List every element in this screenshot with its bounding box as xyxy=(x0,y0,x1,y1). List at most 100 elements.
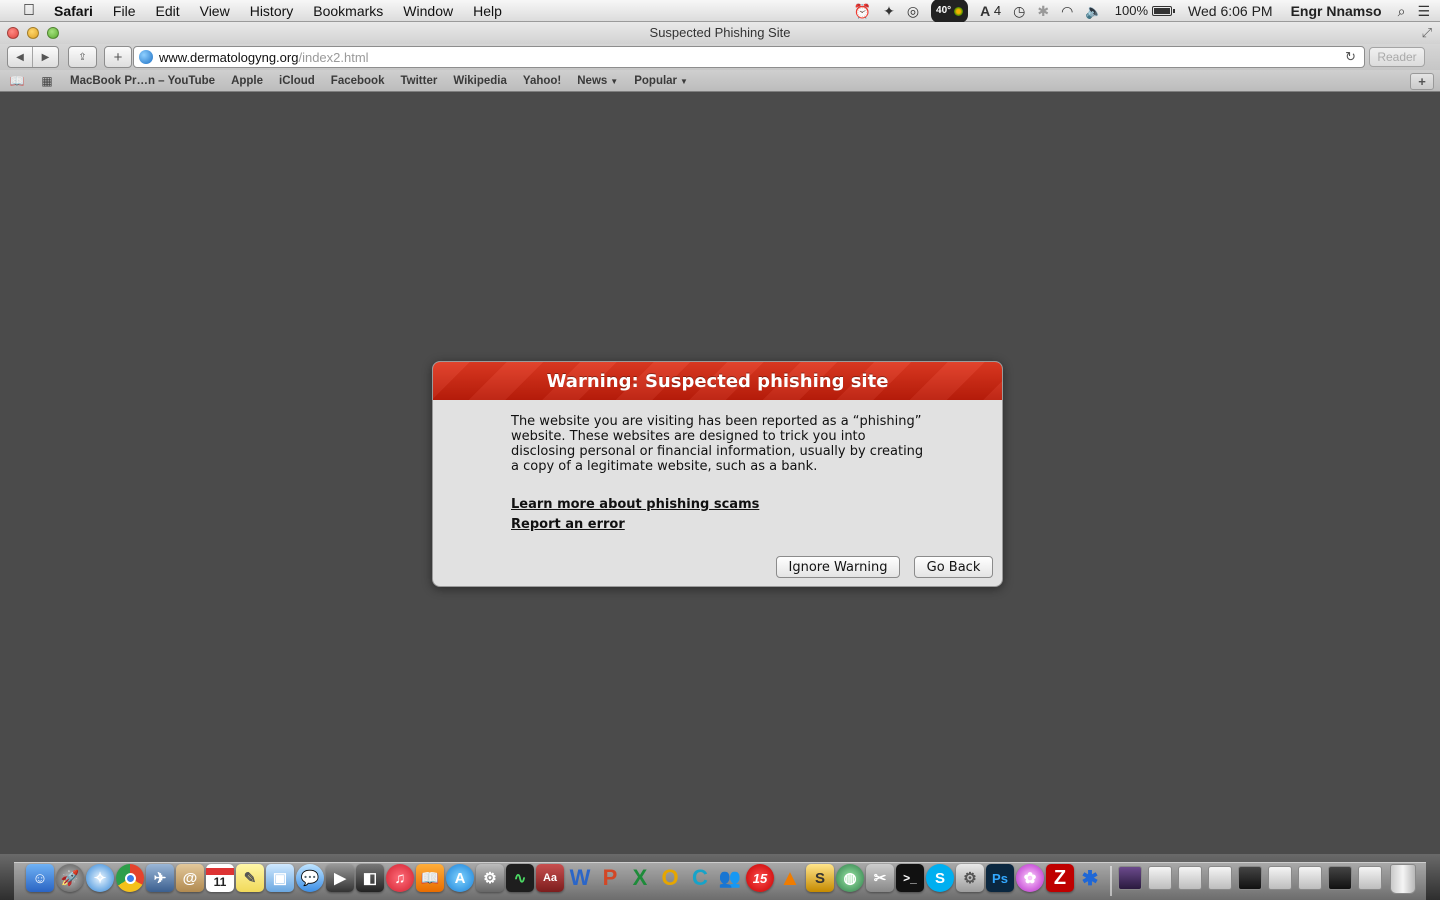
preview-icon[interactable]: ▣ xyxy=(266,864,294,892)
excel-icon[interactable]: X xyxy=(626,864,654,892)
weather-icon xyxy=(954,6,964,16)
minimized-window-1-icon[interactable] xyxy=(1148,866,1172,890)
terminal-icon[interactable]: >_ xyxy=(896,864,924,892)
bookmark-news-label: News xyxy=(577,74,608,87)
bookmark-twitter[interactable]: Twitter xyxy=(392,75,445,87)
forward-button[interactable]: ▶ xyxy=(33,47,58,67)
user-photo-icon[interactable] xyxy=(1118,866,1142,890)
bluetooth-icon[interactable]: ✱ xyxy=(1031,0,1055,22)
skype-icon[interactable]: S xyxy=(926,864,954,892)
menu-help[interactable]: Help xyxy=(463,0,512,22)
menu-history[interactable]: History xyxy=(240,0,304,22)
url-path: /index2.html xyxy=(298,49,369,65)
minimized-window-2-icon[interactable] xyxy=(1178,866,1202,890)
bookmark-folder-news[interactable]: News ▼ xyxy=(569,75,626,87)
dock-stacks xyxy=(1118,866,1388,890)
badge-15-app-icon[interactable]: 15 xyxy=(746,864,774,892)
bluetooth-exchange-icon[interactable]: ✱ xyxy=(1076,864,1104,892)
apple-menu-icon[interactable]:  xyxy=(18,0,40,22)
adobe-updates[interactable]: A 4 xyxy=(974,0,1007,22)
reload-icon[interactable]: ↻ xyxy=(1345,49,1356,65)
clock[interactable]: Wed 6:06 PM xyxy=(1178,0,1279,22)
outlook-icon[interactable]: O xyxy=(656,864,684,892)
volume-icon[interactable]: 🔈 xyxy=(1079,0,1108,22)
reading-list-icon[interactable]: 📖 xyxy=(8,74,26,88)
finder-icon[interactable]: ☺ xyxy=(26,864,54,892)
alarm-clock-icon[interactable]: ⏰ xyxy=(848,0,877,22)
system-preferences-icon[interactable]: ⚙ xyxy=(476,864,504,892)
share-button[interactable]: ⇪ xyxy=(68,46,97,68)
menu-app-name[interactable]: Safari xyxy=(40,0,103,22)
word-icon[interactable]: W xyxy=(566,864,594,892)
minimized-window-3-icon[interactable] xyxy=(1208,866,1232,890)
itunes-icon[interactable]: ♫ xyxy=(386,864,414,892)
user-name[interactable]: Engr Nnamso xyxy=(1279,0,1388,22)
activity-monitor-icon[interactable]: ∿ xyxy=(506,864,534,892)
network-globe-icon[interactable]: ◍ xyxy=(836,864,864,892)
sync-icon[interactable]: ◎ xyxy=(901,0,925,22)
app-store-icon[interactable]: A xyxy=(446,864,474,892)
menu-bookmarks[interactable]: Bookmarks xyxy=(303,0,393,22)
ignore-warning-button[interactable]: Ignore Warning xyxy=(776,556,900,578)
filezilla-icon[interactable]: Z xyxy=(1046,864,1074,892)
utilities-icon[interactable]: ✂ xyxy=(866,864,894,892)
top-sites-icon[interactable]: ▦ xyxy=(38,74,56,88)
mail-icon[interactable]: ✈ xyxy=(146,864,174,892)
notification-center-icon[interactable]: ☰ xyxy=(1411,0,1440,22)
minimized-window-6-icon[interactable] xyxy=(1298,866,1322,890)
bookmark-wikipedia[interactable]: Wikipedia xyxy=(445,75,515,87)
messenger-icon[interactable]: 👥 xyxy=(716,864,744,892)
minimized-window-4-icon[interactable] xyxy=(1238,866,1262,890)
page-content: Warning: Suspected phishing site The web… xyxy=(0,93,1440,854)
menu-file[interactable]: File xyxy=(103,0,146,22)
spotlight-search-icon[interactable]: ⌕ xyxy=(1388,0,1412,22)
facetime-icon[interactable]: ▶ xyxy=(326,864,354,892)
bookmark-icloud[interactable]: iCloud xyxy=(271,75,323,87)
messages-icon[interactable]: 💬 xyxy=(296,864,324,892)
bookmark-yahoo[interactable]: Yahoo! xyxy=(515,75,569,87)
chrome-icon[interactable] xyxy=(116,864,144,892)
powerpoint-icon[interactable]: P xyxy=(596,864,624,892)
fullscreen-icon[interactable]: ⤢ xyxy=(1422,25,1432,41)
menu-window[interactable]: Window xyxy=(393,0,463,22)
learn-more-link[interactable]: Learn more about phishing scams xyxy=(511,497,924,512)
bookmark-facebook[interactable]: Facebook xyxy=(323,75,393,87)
dictionary-icon[interactable]: Aa xyxy=(536,864,564,892)
vlc-icon[interactable]: ▲ xyxy=(776,864,804,892)
address-bar[interactable]: www.dermatologyng.org/index2.html ↻ xyxy=(133,46,1365,68)
temperature-widget[interactable]: 40° xyxy=(925,0,974,23)
share-icon: ⇪ xyxy=(78,51,87,63)
battery-status[interactable]: 100% xyxy=(1109,0,1178,22)
minimized-window-5-icon[interactable] xyxy=(1268,866,1292,890)
safari-icon[interactable]: ✧ xyxy=(86,864,114,892)
dropbox-icon[interactable]: ✦ xyxy=(877,0,901,22)
back-button[interactable]: ◀ xyxy=(8,47,33,67)
go-back-button[interactable]: Go Back xyxy=(914,556,993,578)
sublime-icon[interactable]: S xyxy=(806,864,834,892)
photo-booth-icon[interactable]: ◧ xyxy=(356,864,384,892)
communicator-icon[interactable]: C xyxy=(686,864,714,892)
wifi-icon[interactable]: ◠ xyxy=(1055,0,1079,22)
flower-app-icon[interactable]: ✿ xyxy=(1016,864,1044,892)
menu-edit[interactable]: Edit xyxy=(145,0,189,22)
new-tab-button[interactable]: + xyxy=(1410,73,1434,90)
reader-button[interactable]: Reader xyxy=(1369,47,1425,67)
downloads-stack-icon[interactable] xyxy=(1358,866,1382,890)
notes-icon[interactable]: ✎ xyxy=(236,864,264,892)
time-machine-icon[interactable]: ◷ xyxy=(1007,0,1031,22)
photoshop-icon[interactable]: Ps xyxy=(986,864,1014,892)
calendar-icon[interactable]: 11 xyxy=(206,864,234,892)
trash-icon[interactable] xyxy=(1390,864,1416,894)
menu-view[interactable]: View xyxy=(190,0,240,22)
bookmark-apple[interactable]: Apple xyxy=(223,75,271,87)
bookmark-folder-popular[interactable]: Popular ▼ xyxy=(626,75,696,87)
minimized-window-7-icon[interactable] xyxy=(1328,866,1352,890)
add-bookmark-button[interactable]: + xyxy=(104,46,132,68)
report-error-link[interactable]: Report an error xyxy=(511,517,924,532)
bookmark-youtube[interactable]: MacBook Pr…n – YouTube xyxy=(62,75,223,87)
image-capture-icon[interactable]: ⚙ xyxy=(956,864,984,892)
launchpad-icon[interactable]: 🚀 xyxy=(56,864,84,892)
contacts-icon[interactable]: @ xyxy=(176,864,204,892)
ibooks-icon[interactable]: 📖 xyxy=(416,864,444,892)
globe-icon xyxy=(139,50,153,64)
